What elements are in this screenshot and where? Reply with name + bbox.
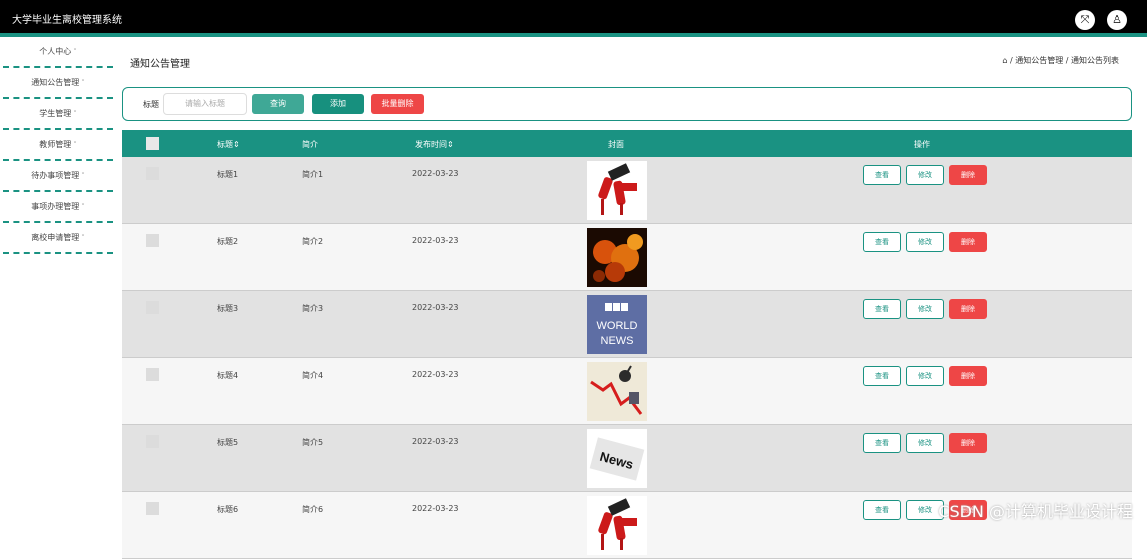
header-title[interactable]: 标题⇕ (217, 139, 240, 150)
app-title: 大学毕业生离校管理系统 (12, 15, 122, 26)
delete-button[interactable]: 删除 (949, 366, 987, 386)
cell-date: 2022-03-23 (412, 169, 459, 178)
user-icon[interactable]: ♙ (1107, 10, 1127, 30)
sidebar-item-teacher-management[interactable]: 教师管理 ˅ (3, 130, 113, 161)
view-button[interactable]: 查看 (863, 165, 901, 185)
cell-intro: 简介6 (302, 505, 324, 514)
cover-image-microphones (587, 496, 647, 555)
sidebar-item-label: 离校申请管理 (31, 233, 80, 242)
table-row: 标题5 简介5 2022-03-23 News 查看 修改 删除 (122, 425, 1132, 492)
cell-intro: 简介3 (302, 304, 324, 313)
delete-button[interactable]: 删除 (949, 165, 987, 185)
view-button[interactable]: 查看 (863, 299, 901, 319)
edit-button[interactable]: 修改 (906, 165, 944, 185)
sidebar-item-label: 通知公告管理 (31, 78, 80, 87)
top-bar: 大学毕业生离校管理系统 ⤧ ♙ (0, 0, 1147, 33)
row-checkbox[interactable] (146, 167, 159, 180)
chevron-down-icon: ˅ (81, 234, 85, 242)
table-row: 标题4 简介4 2022-03-23 查看 修改 删除 (122, 358, 1132, 425)
sidebar-item-notice-management[interactable]: 通知公告管理 ˅ (3, 68, 113, 99)
view-button[interactable]: 查看 (863, 433, 901, 453)
main-content: 通知公告管理 ⌂ / 通知公告管理 / 通知公告列表 标题 请输入标题 查询 添… (116, 37, 1147, 559)
edit-button[interactable]: 修改 (906, 232, 944, 252)
cell-title: 标题1 (217, 170, 239, 179)
page-title: 通知公告管理 (130, 59, 190, 70)
sidebar-item-label: 学生管理 (39, 109, 72, 118)
delete-button[interactable]: 删除 (949, 232, 987, 252)
cell-title: 标题4 (217, 371, 239, 380)
cell-date: 2022-03-23 (412, 504, 459, 513)
query-button[interactable]: 查询 (252, 94, 304, 114)
sidebar-item-todo-management[interactable]: 待办事项管理 ˅ (3, 161, 113, 192)
cell-date: 2022-03-23 (412, 236, 459, 245)
cell-date: 2022-03-23 (412, 437, 459, 446)
cell-intro: 简介4 (302, 371, 324, 380)
sidebar: 个人中心 ˅ 通知公告管理 ˅ 学生管理 ˅ 教师管理 ˅ 待办事项管理 ˅ 事项办理管理… (3, 37, 113, 530)
chevron-down-icon: ˅ (81, 79, 85, 87)
select-all-checkbox[interactable] (146, 137, 159, 150)
cell-title: 标题2 (217, 237, 239, 246)
cover-text-news: NEWS (601, 335, 634, 347)
cover-image-bbc-world-news: WORLD NEWS (587, 295, 647, 354)
row-checkbox[interactable] (146, 234, 159, 247)
sidebar-item-label: 个人中心 (39, 47, 72, 56)
edit-button[interactable]: 修改 (906, 366, 944, 386)
cell-title: 标题3 (217, 304, 239, 313)
watermark: CSDN @计算机毕业设计程 (938, 502, 1133, 521)
cover-image-chart-down (587, 362, 647, 421)
cover-text-world: WORLD (597, 320, 638, 332)
cell-intro: 简介1 (302, 170, 324, 179)
table-row: 标题3 简介3 2022-03-23 WORLD NEWS 查看 修改 删除 (122, 291, 1132, 358)
cell-date: 2022-03-23 (412, 303, 459, 312)
row-checkbox[interactable] (146, 435, 159, 448)
cell-intro: 简介2 (302, 237, 324, 246)
cell-title: 标题5 (217, 438, 239, 447)
header-actions: 操作 (914, 140, 930, 149)
header-publish-time[interactable]: 发布时间⇕ (415, 139, 454, 150)
search-label: 标题 (143, 100, 159, 109)
chevron-down-icon: ˅ (73, 110, 77, 118)
sidebar-item-personal-center[interactable]: 个人中心 ˅ (3, 37, 113, 68)
row-checkbox[interactable] (146, 301, 159, 314)
delete-button[interactable]: 删除 (949, 299, 987, 319)
edit-button[interactable]: 修改 (906, 299, 944, 319)
title-search-input[interactable]: 请输入标题 (163, 93, 247, 115)
cover-image-news-paper: News (587, 429, 647, 488)
view-button[interactable]: 查看 (863, 232, 901, 252)
header-cover: 封面 (608, 140, 624, 149)
chevron-down-icon: ˅ (73, 48, 77, 56)
cover-image-microphones (587, 161, 647, 220)
table-row: 标题1 简介1 2022-03-23 查看 修改 删除 (122, 157, 1132, 224)
chevron-down-icon: ˅ (81, 172, 85, 180)
sidebar-item-label: 事项办理管理 (31, 202, 80, 211)
view-button[interactable]: 查看 (863, 500, 901, 520)
table-row: 标题2 简介2 2022-03-23 查看 修改 删除 (122, 224, 1132, 291)
chevron-down-icon: ˅ (73, 141, 77, 149)
cell-title: 标题6 (217, 505, 239, 514)
view-button[interactable]: 查看 (863, 366, 901, 386)
cell-intro: 简介5 (302, 438, 324, 447)
header-intro: 简介 (302, 140, 318, 149)
batch-delete-button[interactable]: 批量删除 (371, 94, 424, 114)
cell-date: 2022-03-23 (412, 370, 459, 379)
sidebar-item-label: 待办事项管理 (31, 171, 80, 180)
row-checkbox[interactable] (146, 368, 159, 381)
sidebar-item-student-management[interactable]: 学生管理 ˅ (3, 99, 113, 130)
table-header: 标题⇕ 简介 发布时间⇕ 封面 操作 (122, 130, 1132, 157)
notice-table: 标题⇕ 简介 发布时间⇕ 封面 操作 标题1 简介1 2022-03-23 查看… (122, 130, 1132, 559)
row-checkbox[interactable] (146, 502, 159, 515)
delete-button[interactable]: 删除 (949, 433, 987, 453)
add-button[interactable]: 添加 (312, 94, 364, 114)
sidebar-item-label: 教师管理 (39, 140, 72, 149)
edit-button[interactable]: 修改 (906, 433, 944, 453)
sidebar-item-affair-management[interactable]: 事项办理管理 ˅ (3, 192, 113, 223)
cover-image-fire-money (587, 228, 647, 287)
breadcrumb[interactable]: ⌂ / 通知公告管理 / 通知公告列表 (1002, 55, 1119, 66)
chevron-down-icon: ˅ (81, 203, 85, 211)
sidebar-item-leave-application[interactable]: 离校申请管理 ˅ (3, 223, 113, 254)
fullscreen-icon[interactable]: ⤧ (1075, 10, 1095, 30)
search-panel: 标题 请输入标题 查询 添加 批量删除 (122, 87, 1132, 121)
